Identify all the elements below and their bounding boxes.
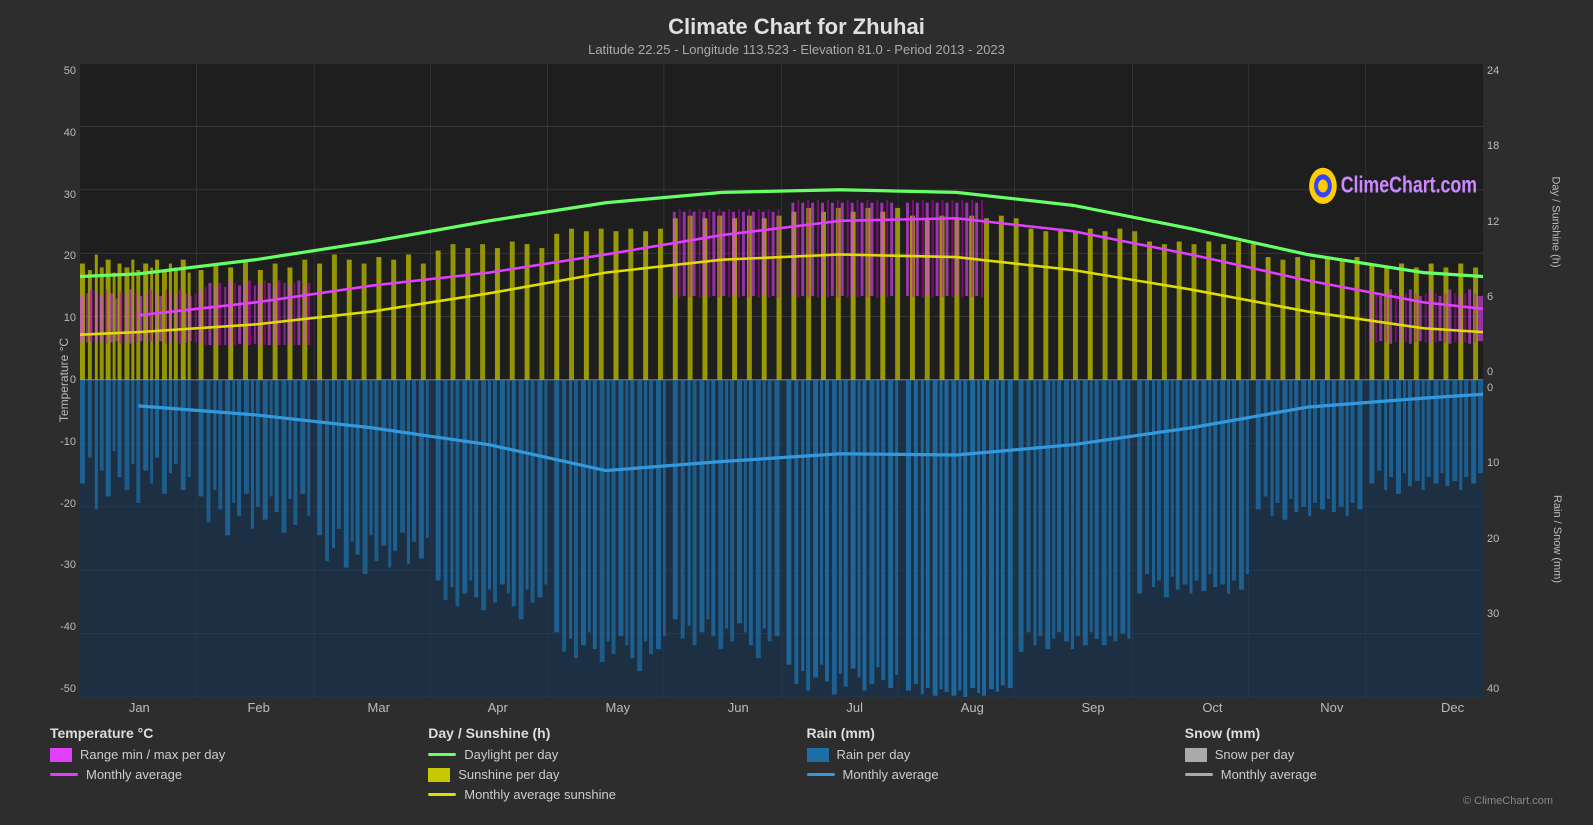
legend-sunshine-avg: Monthly average sunshine (428, 787, 786, 802)
x-label-oct: Oct (1202, 700, 1222, 715)
legend-daylight: Daylight per day (428, 747, 786, 762)
legend-daylight-label: Daylight per day (464, 747, 558, 762)
legend-temp-avg: Monthly average (50, 767, 408, 782)
legend-snow-per-day: Snow per day (1185, 747, 1543, 762)
sunshine-avg-line (428, 793, 456, 796)
legend-snow-avg: Monthly average (1185, 767, 1543, 782)
x-label-aug: Aug (961, 700, 984, 715)
y-right-rain-label: Rain / Snow (mm) (1551, 494, 1563, 582)
svg-text:ClimeChart.com: ClimeChart.com (1341, 172, 1477, 198)
legend-sunshine: Day / Sunshine (h) Daylight per day Suns… (418, 721, 796, 811)
chart-area: Temperature °C 50403020100-10-20-30-40-5… (20, 63, 1573, 697)
x-label-jul: Jul (846, 700, 863, 715)
page-subtitle: Latitude 22.25 - Longitude 113.523 - Ele… (588, 42, 1005, 57)
y-right-sunshine-ticks: 24181260 (1487, 63, 1499, 380)
legend-rain-per-day-label: Rain per day (837, 747, 911, 762)
legend-temperature: Temperature °C Range min / max per day M… (40, 721, 418, 811)
legend-snow: Snow (mm) Snow per day Monthly average ©… (1175, 721, 1553, 811)
legend-sunshine-per-day-label: Sunshine per day (458, 767, 559, 782)
y-right-sunshine-label: Day / Sunshine (h) (1549, 176, 1561, 267)
rain-swatch (807, 748, 829, 762)
y-left-ticks: 50403020100-10-20-30-40-50 (60, 63, 76, 697)
legend-sunshine-title: Day / Sunshine (h) (428, 725, 786, 741)
x-label-sep: Sep (1082, 700, 1105, 715)
legend-rain-title: Rain (mm) (807, 725, 1165, 741)
legend-rain: Rain (mm) Rain per day Monthly average (797, 721, 1175, 811)
legend-sunshine-per-day: Sunshine per day (428, 767, 786, 782)
legend-snow-per-day-label: Snow per day (1215, 747, 1295, 762)
x-label-jan: Jan (129, 700, 150, 715)
chart-svg: ClimeChart.com ClimeChart.com (80, 63, 1483, 697)
legend-temp-range: Range min / max per day (50, 747, 408, 762)
y-right-rain-ticks: 010203040 (1487, 380, 1499, 697)
chart-canvas: ClimeChart.com ClimeChart.com (80, 63, 1483, 697)
legend-sunshine-avg-label: Monthly average sunshine (464, 787, 616, 802)
legend-rain-per-day: Rain per day (807, 747, 1165, 762)
legend-temperature-title: Temperature °C (50, 725, 408, 741)
legend-area: Temperature °C Range min / max per day M… (20, 715, 1573, 815)
x-label-may: May (606, 700, 631, 715)
legend-rain-avg-label: Monthly average (843, 767, 939, 782)
legend-snow-title: Snow (mm) (1185, 725, 1543, 741)
x-label-feb: Feb (247, 700, 269, 715)
copyright-text: © ClimeChart.com (1463, 795, 1553, 807)
x-label-jun: Jun (728, 700, 749, 715)
x-axis-row: Jan Feb Mar Apr May Jun Jul Aug Sep Oct … (20, 697, 1573, 715)
legend-snow-avg-label: Monthly average (1221, 767, 1317, 782)
snow-swatch (1185, 748, 1207, 762)
x-axis-labels: Jan Feb Mar Apr May Jun Jul Aug Sep Oct … (80, 697, 1513, 715)
page-title: Climate Chart for Zhuhai (668, 14, 925, 40)
snow-avg-line (1185, 773, 1213, 776)
x-label-mar: Mar (368, 700, 390, 715)
legend-rain-avg: Monthly average (807, 767, 1165, 782)
legend-temp-range-label: Range min / max per day (80, 747, 225, 762)
rain-avg-line (807, 773, 835, 776)
daylight-line (428, 753, 456, 756)
legend-temp-avg-label: Monthly average (86, 767, 182, 782)
temp-range-swatch (50, 748, 72, 762)
page-wrapper: Climate Chart for Zhuhai Latitude 22.25 … (0, 0, 1593, 825)
x-label-nov: Nov (1320, 700, 1343, 715)
temp-avg-line (50, 773, 78, 776)
x-label-apr: Apr (488, 700, 508, 715)
x-label-dec: Dec (1441, 700, 1464, 715)
sunshine-swatch (428, 768, 450, 782)
